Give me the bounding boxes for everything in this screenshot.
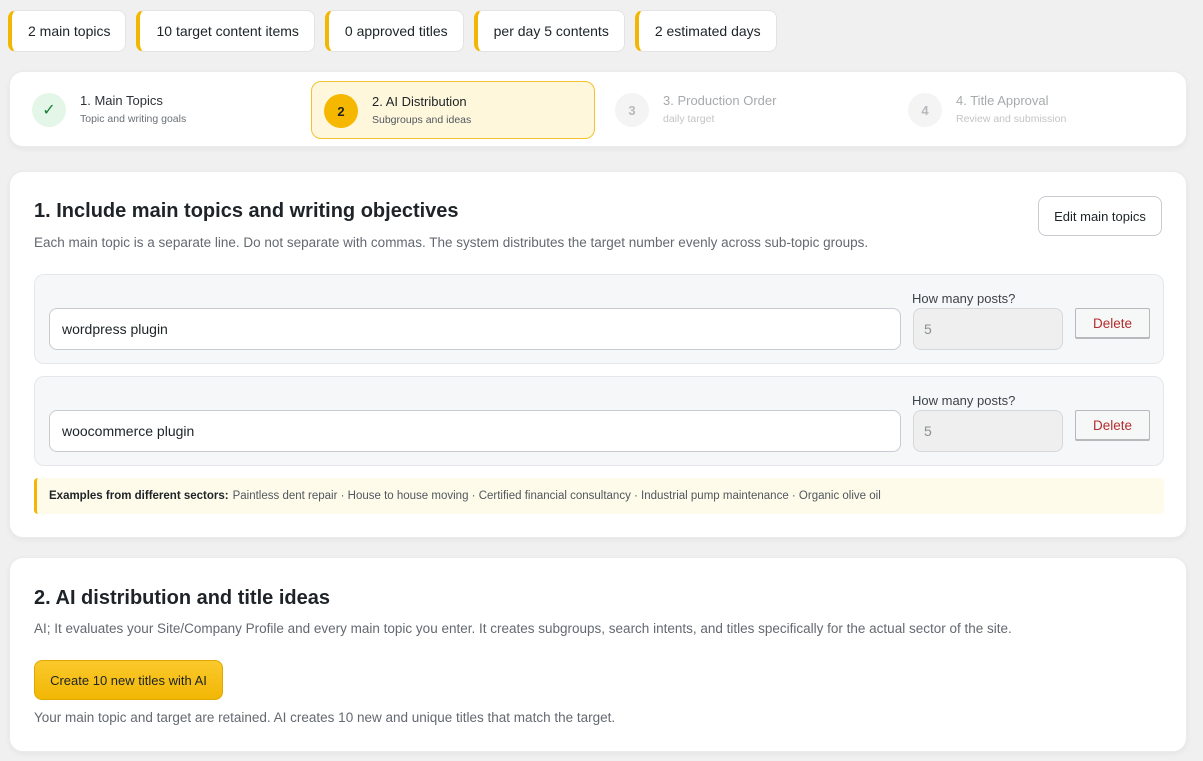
sector-examples: Examples from different sectors: Paintle… [34, 478, 1164, 514]
step-title: 4. Title Approval [956, 93, 1049, 108]
create-titles-ai-button[interactable]: Create 10 new titles with AI [34, 660, 223, 700]
topic-input[interactable] [49, 410, 901, 452]
section-title: 2. AI distribution and title ideas [34, 587, 330, 609]
topic-input[interactable] [49, 308, 901, 350]
stat-main-topics: 2 main topics [8, 10, 127, 52]
check-icon: ✓ [32, 93, 66, 127]
section-title: 1. Include main topics and writing objec… [34, 200, 459, 222]
delete-topic-button[interactable]: Delete [1075, 410, 1150, 440]
step-subtitle: daily target [663, 113, 715, 125]
stat-estimated-days: 2 estimated days [634, 10, 777, 52]
step-main-topics[interactable]: ✓ 1. Main Topics Topic and writing goals [20, 81, 304, 139]
step-subtitle: Review and submission [956, 113, 1067, 125]
step-number: 2 [324, 94, 358, 128]
post-count-input[interactable] [913, 410, 1063, 452]
step-title: 2. AI Distribution [372, 94, 467, 109]
post-count-input[interactable] [913, 308, 1063, 350]
step-title: 1. Main Topics [80, 93, 163, 108]
stat-per-day: per day 5 contents [473, 10, 625, 52]
main-topics-panel: 1. Include main topics and writing objec… [9, 171, 1187, 538]
stat-approved-titles: 0 approved titles [324, 10, 464, 52]
section-description: Each main topic is a separate line. Do n… [34, 235, 869, 250]
topic-row: How many posts? Delete [34, 274, 1164, 364]
step-number: 4 [908, 93, 942, 127]
ai-distribution-panel: 2. AI distribution and title ideas AI; I… [9, 557, 1187, 752]
step-subtitle: Topic and writing goals [80, 113, 187, 125]
step-number: 3 [615, 93, 649, 127]
edit-main-topics-button[interactable]: Edit main topics [1038, 196, 1162, 236]
step-production-order[interactable]: 3 3. Production Order daily target [603, 81, 887, 139]
wizard-steps: ✓ 1. Main Topics Topic and writing goals… [9, 71, 1187, 147]
ai-note: Your main topic and target are retained.… [34, 710, 616, 725]
post-count-label: How many posts? [912, 291, 1016, 306]
stats-bar: 2 main topics 10 target content items 0 … [8, 10, 777, 52]
step-subtitle: Subgroups and ideas [372, 114, 472, 126]
step-title: 3. Production Order [663, 93, 777, 108]
step-title-approval[interactable]: 4 4. Title Approval Review and submissio… [896, 81, 1180, 139]
topic-row: How many posts? Delete [34, 376, 1164, 466]
examples-label: Examples from different sectors: [49, 490, 229, 502]
post-count-label: How many posts? [912, 393, 1016, 408]
step-ai-distribution[interactable]: 2 2. AI Distribution Subgroups and ideas [311, 81, 595, 139]
examples-text: Paintless dent repair · House to house m… [232, 490, 881, 502]
section-description: AI; It evaluates your Site/Company Profi… [34, 621, 1012, 636]
delete-topic-button[interactable]: Delete [1075, 308, 1150, 338]
stat-target-items: 10 target content items [136, 10, 315, 52]
